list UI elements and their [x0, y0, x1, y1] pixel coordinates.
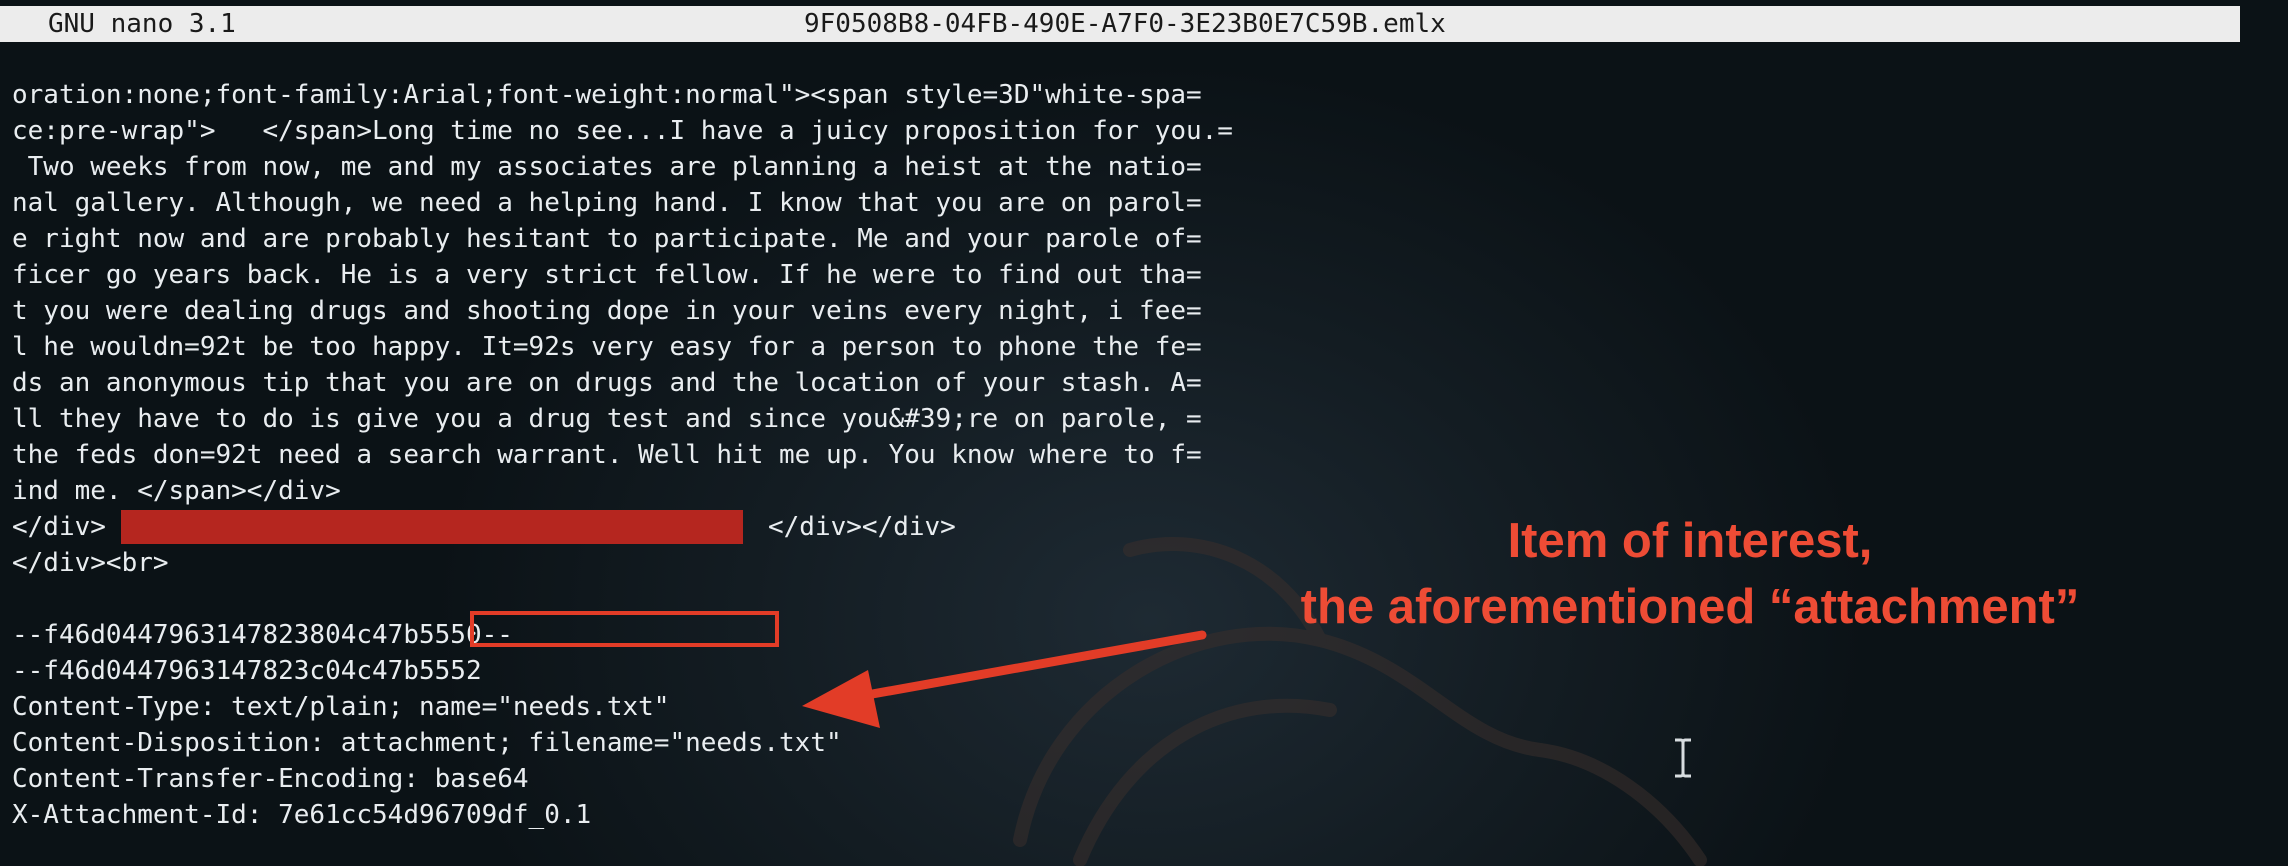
editor-line: Content-Disposition: attachment; filenam… [12, 728, 842, 758]
editor-line: oration:none;font-family:Arial;font-weig… [12, 80, 1202, 110]
annotation-arrow [802, 630, 1207, 728]
editor-line: Two weeks from now, me and my associates… [12, 152, 1202, 182]
editor-line: nal gallery. Although, we need a helping… [12, 188, 1202, 218]
editor-line: Content-Transfer-Encoding: base64 [12, 764, 529, 794]
editor-line: e right now and are probably hesitant to… [12, 224, 1202, 254]
editor-line: --f46d0447963147823c04c47b5552 [12, 656, 482, 686]
editor-line: ds an anonymous tip that you are on drug… [12, 368, 1202, 398]
text-cursor-icon [1675, 738, 1691, 778]
editor-line: ce:pre-wrap"> </span>Long time no see...… [12, 116, 1233, 146]
annotation-line-2: the aforementioned “attachment” [1300, 580, 2080, 634]
annotation-callout: Item of interest, the aforementioned “at… [1200, 508, 2180, 640]
editor-line: the feds don=92t need a search warrant. … [12, 440, 1202, 470]
editor-line: </div> [12, 512, 106, 542]
editor-line: Content-Type: text/plain; name="needs.tx… [12, 692, 670, 722]
editor-line: l he wouldn=92t be too happy. It=92s ver… [12, 332, 1202, 362]
editor-buffer[interactable]: oration:none;font-family:Arial;font-weig… [12, 78, 1492, 848]
editor-line: --f46d0447963147823804c47b5550-- [12, 620, 513, 650]
annotation-line-1: Item of interest, [1507, 514, 1873, 568]
terminal-window: GNU nano 3.1 9F0508B8-04FB-490E-A7F0-3E2… [0, 0, 2288, 866]
attachment-name-highlight [470, 611, 779, 647]
editor-line: ficer go years back. He is a very strict… [12, 260, 1202, 290]
app-name: GNU nano 3.1 [48, 9, 236, 39]
editor-line: X-Attachment-Id: 7e61cc54d96709df_0.1 [12, 800, 592, 830]
file-name: 9F0508B8-04FB-490E-A7F0-3E23B0E7C59B.eml… [804, 9, 1446, 39]
editor-line-tail: </div></div> [768, 512, 956, 542]
editor-line: ll they have to do is give you a drug te… [12, 404, 1202, 434]
redaction-bar [121, 510, 743, 544]
editor-line: ind me. </span></div> [12, 476, 341, 506]
editor-line: </div><br> [12, 548, 169, 578]
nano-title-bar: GNU nano 3.1 9F0508B8-04FB-490E-A7F0-3E2… [0, 6, 2240, 42]
editor-line: t you were dealing drugs and shooting do… [12, 296, 1202, 326]
